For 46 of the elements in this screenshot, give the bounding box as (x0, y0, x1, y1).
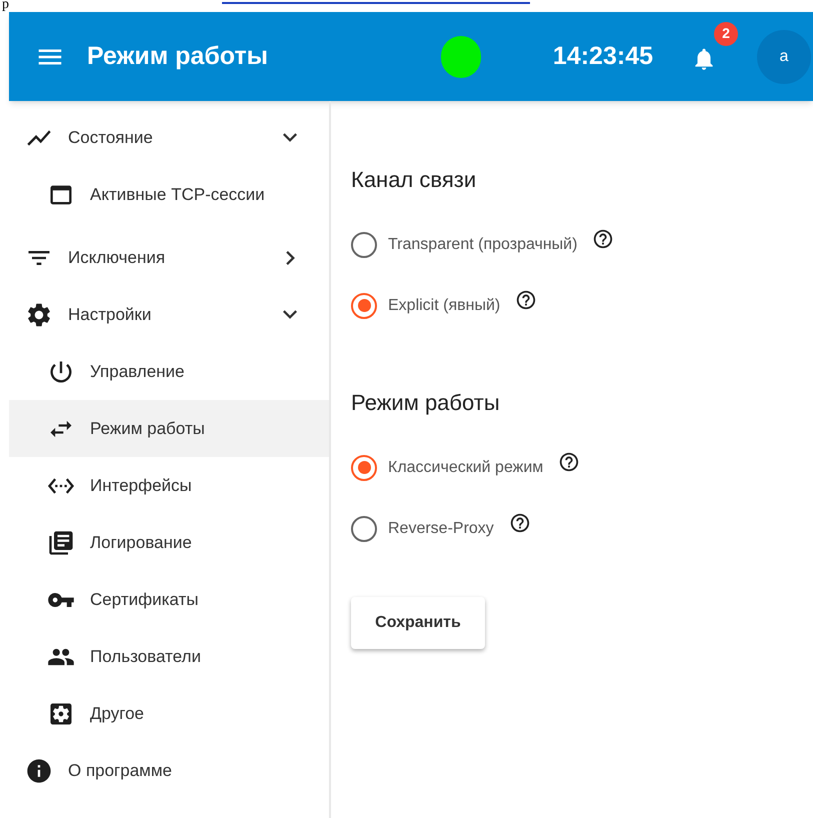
help-icon[interactable] (592, 228, 614, 250)
sidebar-label: Другое (90, 702, 144, 725)
section-title: Канал связи (351, 166, 478, 194)
sidebar-item[interactable]: Режим работы (9, 400, 329, 457)
sidebar-item[interactable]: Настройки (9, 286, 329, 343)
sidebar-item[interactable]: Активные TCP-сессии (9, 166, 329, 223)
sidebar-label: Интерфейсы (90, 474, 192, 497)
avatar[interactable]: a (757, 30, 811, 84)
sidebar-label: Активные TCP-сессии (90, 184, 265, 206)
sidebar-label: Пользователи (90, 646, 201, 668)
sidebar-label: Управление (90, 360, 185, 383)
sidebar-item[interactable]: Другое (9, 685, 329, 742)
sidebar-item[interactable]: Управление (9, 343, 329, 400)
sidebar-item[interactable]: Пользователи (9, 628, 329, 685)
document-text: р (2, 0, 9, 11)
sidebar-item[interactable]: О программе (9, 742, 329, 799)
help-icon[interactable] (508, 512, 531, 534)
sidebar-item[interactable]: Логирование (9, 514, 329, 571)
help-icon[interactable] (558, 450, 580, 472)
page-title: Режим работы (87, 40, 268, 72)
radio-label: Reverse-Proxy (388, 518, 494, 538)
info-icon (25, 756, 53, 784)
radio-label: Transparent (прозрачный) (388, 234, 578, 254)
sidebar-label: Состояние (68, 126, 153, 149)
radio-label: Explicit (явный) (388, 296, 500, 316)
sidebar-label: О программе (68, 760, 172, 782)
clock-time: 14:23:45 (552, 40, 653, 72)
sidebar-label: Логирование (90, 532, 192, 554)
radio-button[interactable] (351, 232, 377, 258)
help-icon[interactable] (515, 288, 538, 310)
sidebar-item[interactable]: Интерфейсы (9, 457, 329, 514)
sidebar-label: Исключения (68, 246, 166, 269)
sidebar-label: Сертификаты (90, 588, 198, 611)
radio-button[interactable] (351, 454, 377, 480)
sidebar-item[interactable]: Состояние (9, 109, 329, 166)
notification-count: 2 (714, 22, 738, 46)
radio-button[interactable] (351, 516, 377, 542)
sidebar-item[interactable]: Сертификаты (9, 571, 329, 628)
save-button[interactable]: Сохранить (351, 597, 485, 649)
sidebar-label: Режим работы (90, 418, 205, 440)
section-title: Режим работы (351, 389, 501, 417)
radio-button[interactable] (351, 292, 377, 318)
sidebar-label: Настройки (68, 304, 152, 326)
books-icon (47, 528, 75, 556)
sidebar-item[interactable]: Исключения (9, 229, 329, 286)
radio-label: Классический режим (388, 458, 544, 478)
